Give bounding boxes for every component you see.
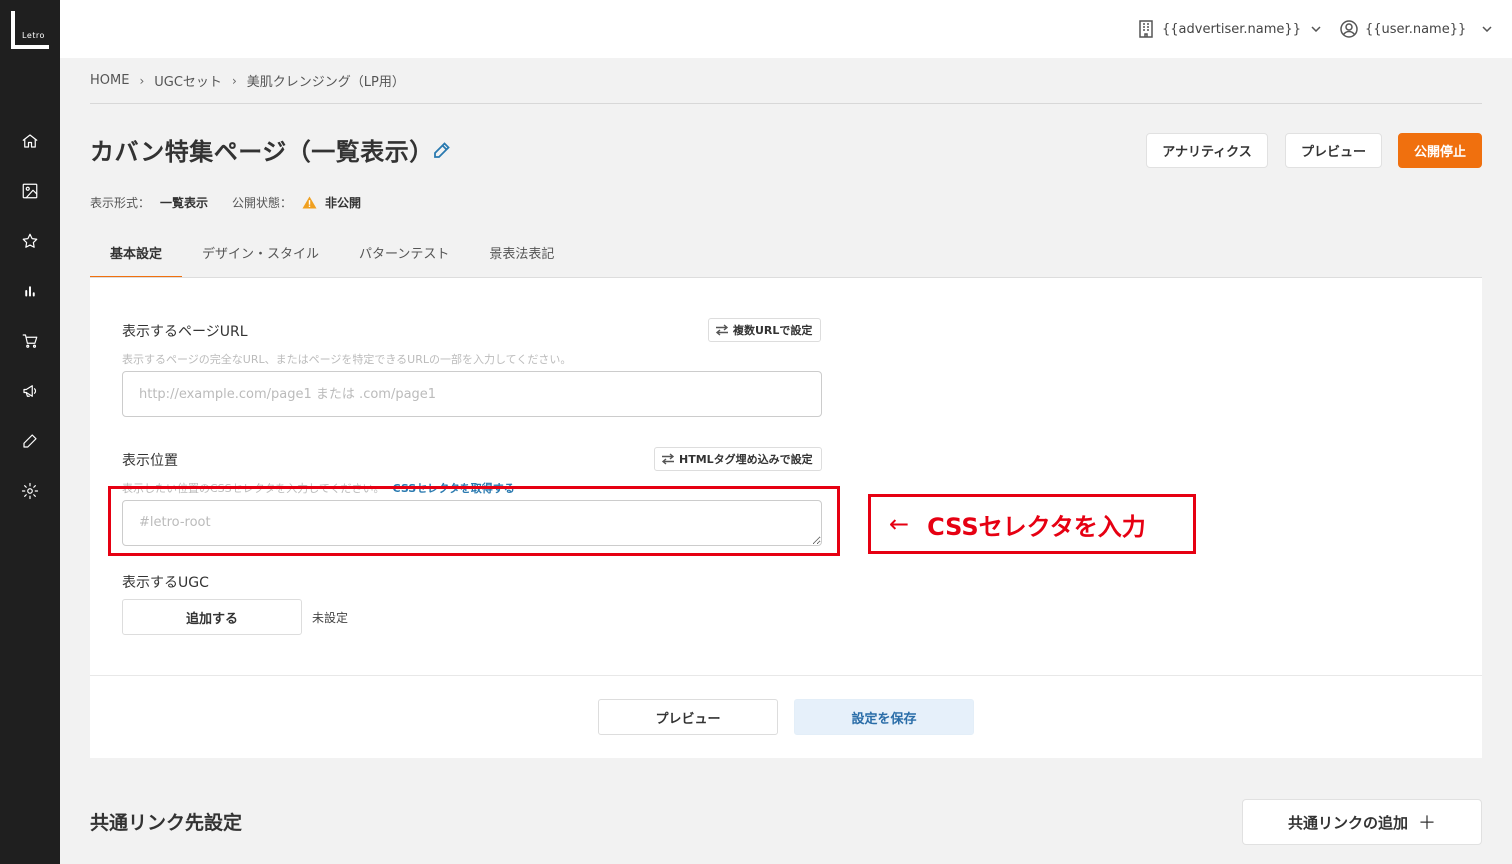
home-icon[interactable] — [20, 131, 40, 151]
user-menu[interactable]: {{user.name}} — [1340, 18, 1492, 40]
annotation-highlight-box — [108, 486, 840, 556]
ugc-label: 表示するUGC — [122, 575, 209, 591]
left-arrow-icon: ← — [889, 510, 910, 538]
megaphone-icon[interactable] — [20, 381, 40, 401]
user-icon — [1340, 20, 1358, 38]
swap-icon — [715, 324, 729, 336]
save-settings-button[interactable]: 設定を保存 — [794, 699, 974, 735]
footer-preview-button[interactable]: プレビュー — [598, 699, 778, 735]
sidebar: Letro — [0, 0, 60, 864]
chart-icon[interactable] — [20, 281, 40, 301]
ugc-status: 未設定 — [312, 611, 349, 625]
plus-icon: ＋ — [1418, 813, 1436, 834]
chevron-down-icon — [1482, 26, 1492, 32]
tab-labeling[interactable]: 景表法表記 — [469, 228, 574, 278]
add-ugc-button[interactable]: 追加する — [122, 599, 302, 635]
add-common-link-button[interactable]: 共通リンクの追加 ＋ — [1242, 799, 1482, 845]
gear-icon[interactable] — [20, 481, 40, 501]
user-name: {{user.name}} — [1365, 21, 1467, 37]
top-header: {{advertiser.name}} {{user.name}} — [60, 0, 1512, 58]
divider — [90, 103, 1482, 104]
tab-bar: 基本設定 デザイン・スタイル パターンテスト 景表法表記 — [90, 228, 574, 278]
url-hint: 表示するページの完全なURL、またはページを特定できるURLの一部を入力してくだ… — [122, 353, 572, 366]
html-tag-button[interactable]: HTMLタグ埋め込みで設定 — [654, 447, 822, 471]
format-value: 一覧表示 — [160, 196, 209, 210]
tab-basic-settings[interactable]: 基本設定 — [90, 228, 183, 278]
cart-icon[interactable] — [20, 331, 40, 351]
letro-logo[interactable]: Letro — [11, 11, 49, 49]
tab-design-style[interactable]: デザイン・スタイル — [182, 228, 339, 278]
divider — [90, 675, 1482, 676]
breadcrumb-current: 美肌クレンジング（LP用） — [246, 75, 405, 90]
tab-pattern-test[interactable]: パターンテスト — [339, 228, 469, 278]
star-icon[interactable] — [20, 231, 40, 251]
advertiser-selector[interactable]: {{advertiser.name}} — [1138, 18, 1321, 40]
edit-title-icon[interactable] — [432, 140, 452, 160]
pen-icon[interactable] — [20, 431, 40, 451]
analytics-button[interactable]: アナリティクス — [1146, 133, 1268, 168]
position-label: 表示位置 — [122, 453, 178, 469]
page-title: カバン特集ページ（一覧表示） — [90, 138, 434, 166]
annotation-text: CSSセレクタを入力 — [927, 512, 1146, 541]
swap-icon — [661, 453, 675, 465]
building-icon — [1139, 20, 1153, 38]
chevron-down-icon — [1311, 26, 1321, 32]
status-label: 公開状態： — [232, 196, 293, 210]
page-url-input[interactable] — [122, 371, 822, 417]
url-label: 表示するページURL — [122, 324, 248, 340]
logo-text: Letro — [22, 31, 45, 40]
breadcrumb-ugc-set[interactable]: UGCセット — [154, 71, 222, 90]
image-icon[interactable] — [20, 181, 40, 201]
breadcrumb-home[interactable]: HOME — [90, 73, 129, 88]
common-link-title: 共通リンク先設定 — [90, 812, 243, 834]
multi-url-button[interactable]: 複数URLで設定 — [708, 318, 822, 342]
unpublish-button[interactable]: 公開停止 — [1398, 133, 1482, 168]
advertiser-name: {{advertiser.name}} — [1162, 21, 1301, 37]
warning-icon — [302, 196, 317, 209]
divider — [90, 277, 1482, 278]
annotation-callout: ← CSSセレクタを入力 — [868, 494, 1196, 554]
breadcrumb: HOME › UGCセット › 美肌クレンジング（LP用） — [90, 71, 405, 90]
format-label: 表示形式： — [90, 196, 151, 210]
page-meta: 表示形式： 一覧表示 公開状態： 非公開 — [90, 194, 361, 211]
status-value: 非公開 — [325, 196, 362, 210]
preview-button[interactable]: プレビュー — [1285, 133, 1382, 168]
